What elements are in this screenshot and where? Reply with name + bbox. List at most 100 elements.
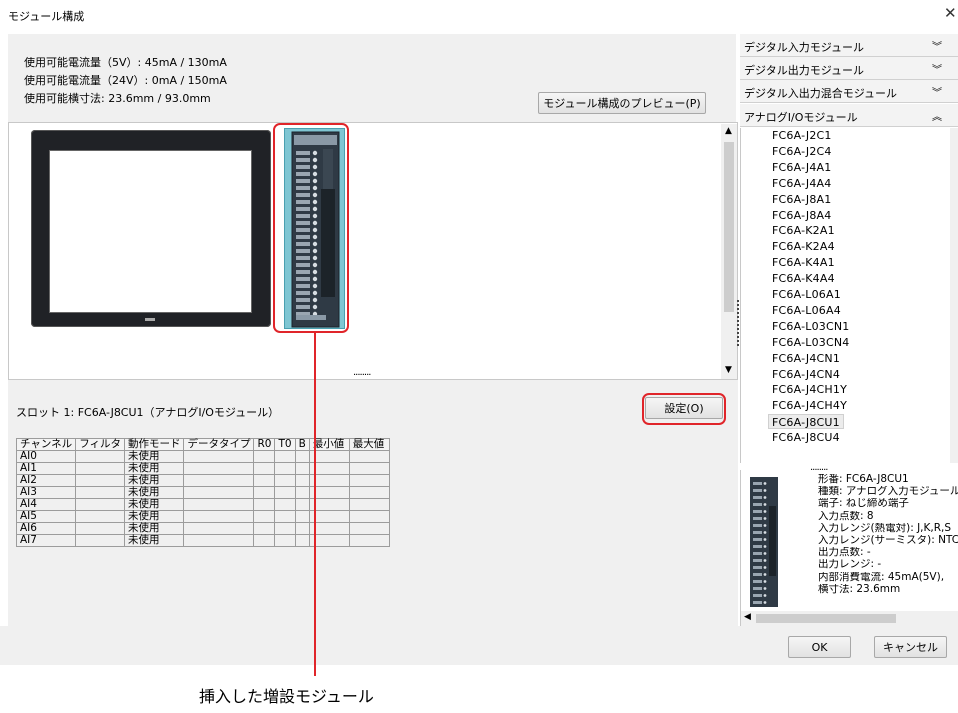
- preview-scroll-thumb[interactable]: [724, 142, 734, 312]
- column-header[interactable]: チャンネル: [15, 438, 77, 451]
- preview-scrollbar[interactable]: ▲ ▼: [721, 124, 737, 379]
- module-list-item[interactable]: FC6A-J8A4: [772, 208, 831, 223]
- module-list-item[interactable]: FC6A-K4A1: [772, 255, 835, 270]
- module-list-item[interactable]: FC6A-J8CU4: [772, 430, 840, 445]
- close-icon[interactable]: ✕: [944, 4, 958, 22]
- table-cell[interactable]: AI5: [15, 510, 77, 523]
- table-cell[interactable]: [294, 534, 310, 547]
- table-cell[interactable]: [253, 534, 276, 547]
- module-list-item[interactable]: FC6A-K2A4: [772, 239, 835, 254]
- table-cell[interactable]: 未使用: [123, 474, 185, 487]
- table-cell[interactable]: [75, 534, 125, 547]
- table-cell[interactable]: 未使用: [123, 486, 185, 499]
- table-cell[interactable]: 未使用: [123, 534, 185, 547]
- table-cell[interactable]: [183, 486, 255, 499]
- scroll-left-icon[interactable]: ◀: [744, 612, 751, 622]
- module-list-item[interactable]: FC6A-J4CH1Y: [772, 382, 847, 397]
- table-cell[interactable]: AI0: [15, 450, 77, 463]
- column-header[interactable]: 動作モード: [123, 438, 185, 451]
- table-cell[interactable]: [183, 522, 255, 535]
- preview-button[interactable]: モジュール構成のプレビュー(P): [538, 92, 706, 114]
- table-cell[interactable]: 未使用: [123, 462, 185, 475]
- table-cell[interactable]: [274, 486, 296, 499]
- table-cell[interactable]: [294, 474, 310, 487]
- module-list-scrollbar[interactable]: [950, 128, 958, 463]
- chevron-down-icon[interactable]: ︾: [932, 84, 942, 99]
- table-cell[interactable]: [294, 522, 310, 535]
- column-header[interactable]: 最大値: [348, 438, 390, 451]
- table-row[interactable]: AI1 未使用: [15, 462, 390, 475]
- table-cell[interactable]: [253, 474, 276, 487]
- category-header-0[interactable]: デジタル入力モジュール ︾: [740, 34, 958, 57]
- module-list-item[interactable]: FC6A-J8CU1: [768, 414, 844, 430]
- module-list-item[interactable]: FC6A-L03CN1: [772, 319, 850, 334]
- table-cell[interactable]: AI1: [15, 462, 77, 475]
- table-row[interactable]: AI4 未使用: [15, 498, 390, 511]
- module-list-item[interactable]: FC6A-K2A1: [772, 223, 835, 238]
- module-list-item[interactable]: FC6A-J4A1: [772, 160, 831, 175]
- table-cell[interactable]: [294, 462, 310, 475]
- category-header-1[interactable]: デジタル出力モジュール ︾: [740, 57, 958, 80]
- table-cell[interactable]: [348, 498, 390, 511]
- table-cell[interactable]: AI7: [15, 534, 77, 547]
- table-cell[interactable]: [274, 498, 296, 511]
- table-cell[interactable]: [183, 534, 255, 547]
- cancel-button[interactable]: キャンセル: [874, 636, 947, 658]
- table-cell[interactable]: [183, 462, 255, 475]
- table-cell[interactable]: [274, 534, 296, 547]
- table-cell[interactable]: [183, 510, 255, 523]
- module-list-item[interactable]: FC6A-L03CN4: [772, 335, 850, 350]
- category-header-3[interactable]: アナログI/Oモジュール ︽: [740, 104, 958, 127]
- category-header-2[interactable]: デジタル入出力混合モジュール ︾: [740, 80, 958, 103]
- table-cell[interactable]: [274, 462, 296, 475]
- module-list-item[interactable]: FC6A-J8A1: [772, 192, 831, 207]
- table-cell[interactable]: 未使用: [123, 522, 185, 535]
- module-list-item[interactable]: FC6A-K4A4: [772, 271, 835, 286]
- table-cell[interactable]: [253, 498, 276, 511]
- table-cell[interactable]: AI4: [15, 498, 77, 511]
- scroll-down-icon[interactable]: ▼: [725, 365, 732, 375]
- table-cell[interactable]: AI3: [15, 486, 77, 499]
- table-cell[interactable]: [75, 510, 125, 523]
- table-cell[interactable]: [274, 450, 296, 463]
- table-cell[interactable]: [274, 522, 296, 535]
- table-cell[interactable]: 未使用: [123, 498, 185, 511]
- table-cell[interactable]: [253, 462, 276, 475]
- table-cell[interactable]: [294, 486, 310, 499]
- column-header[interactable]: データタイプ: [183, 438, 255, 451]
- column-header[interactable]: T0: [274, 438, 296, 451]
- table-cell[interactable]: [253, 450, 276, 463]
- table-cell[interactable]: [75, 474, 125, 487]
- table-row[interactable]: AI3 未使用: [15, 486, 390, 499]
- module-list-item[interactable]: FC6A-J2C4: [772, 144, 832, 159]
- table-cell[interactable]: [348, 474, 390, 487]
- table-cell[interactable]: 未使用: [123, 450, 185, 463]
- module-list-item[interactable]: FC6A-L06A1: [772, 287, 841, 302]
- table-cell[interactable]: [183, 450, 255, 463]
- table-cell[interactable]: [348, 534, 390, 547]
- table-cell[interactable]: [348, 522, 390, 535]
- column-header[interactable]: フィルタ: [75, 438, 125, 451]
- table-row[interactable]: AI2 未使用: [15, 474, 390, 487]
- splitter-handle[interactable]: ........: [353, 367, 371, 378]
- table-cell[interactable]: [348, 510, 390, 523]
- table-cell[interactable]: [348, 450, 390, 463]
- chevron-down-icon[interactable]: ︾: [932, 61, 942, 76]
- table-cell[interactable]: [253, 510, 276, 523]
- table-cell[interactable]: [75, 450, 125, 463]
- scroll-up-icon[interactable]: ▲: [725, 126, 732, 136]
- table-cell[interactable]: [253, 522, 276, 535]
- table-cell[interactable]: [183, 498, 255, 511]
- chevron-down-icon[interactable]: ︾: [932, 38, 942, 53]
- table-cell[interactable]: AI2: [15, 474, 77, 487]
- table-cell[interactable]: [253, 486, 276, 499]
- table-cell[interactable]: AI6: [15, 522, 77, 535]
- table-cell[interactable]: 未使用: [123, 510, 185, 523]
- module-list-item[interactable]: FC6A-J4CH4Y: [772, 398, 847, 413]
- table-cell[interactable]: [294, 450, 310, 463]
- properties-h-scrollbar[interactable]: ◀: [741, 611, 958, 626]
- module-list-item[interactable]: FC6A-J2C1: [772, 128, 832, 143]
- properties-scroll-thumb[interactable]: [756, 614, 896, 623]
- table-cell[interactable]: [294, 510, 310, 523]
- module-list-item[interactable]: FC6A-L06A4: [772, 303, 841, 318]
